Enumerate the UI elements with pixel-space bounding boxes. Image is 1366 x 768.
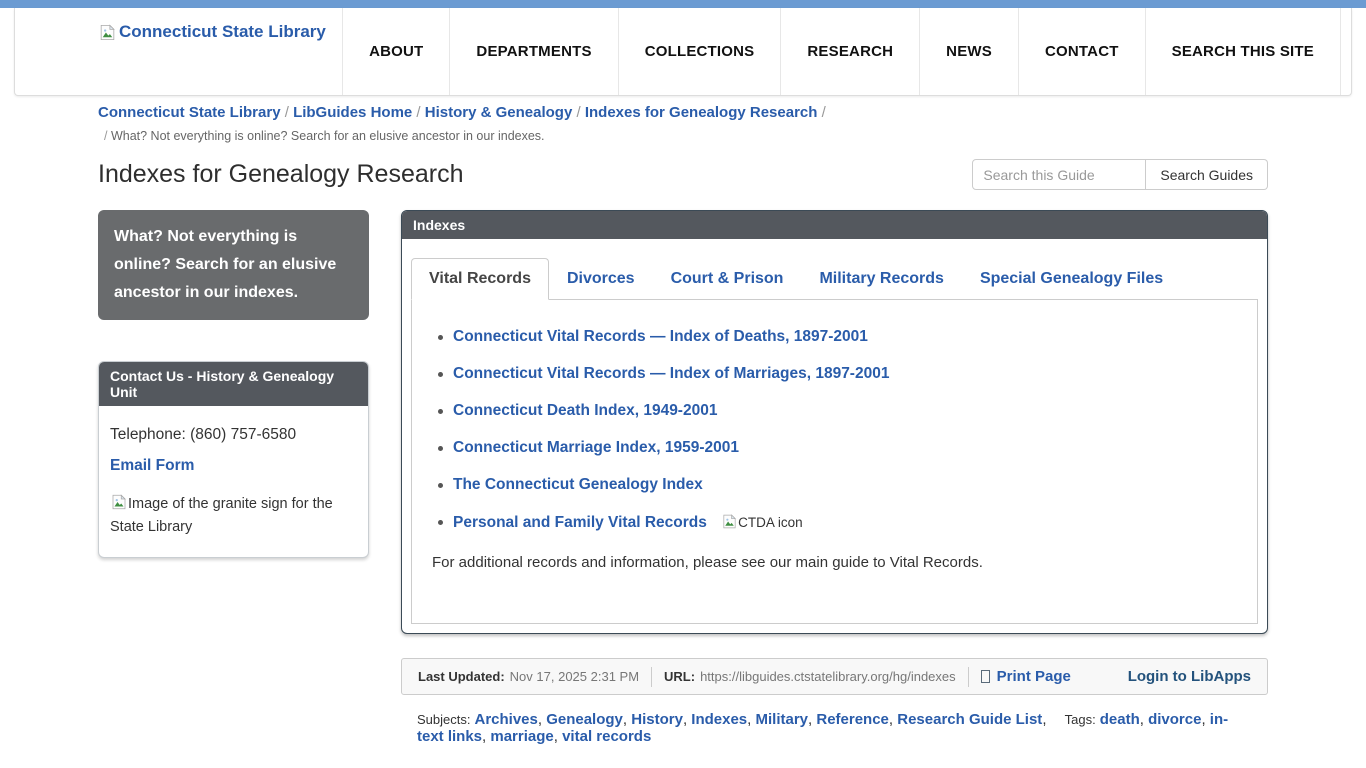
subject-link-genealogy[interactable]: Genealogy xyxy=(546,711,623,728)
list-item: The Connecticut Genealogy Index xyxy=(432,476,1237,494)
link-index-of-marriages[interactable]: Connecticut Vital Records — Index of Mar… xyxy=(453,365,889,382)
broken-image-icon xyxy=(110,493,128,511)
nav-item-departments[interactable]: DEPARTMENTS xyxy=(449,8,617,95)
tag-link-death[interactable]: death xyxy=(1100,711,1140,728)
subject-link-archives[interactable]: Archives xyxy=(474,711,537,728)
tab-special-genealogy-files[interactable]: Special Genealogy Files xyxy=(962,258,1181,300)
print-icon xyxy=(981,670,990,683)
indexes-box-title: Indexes xyxy=(402,211,1267,239)
page-title: Indexes for Genealogy Research xyxy=(98,160,464,189)
nav-item-collections[interactable]: COLLECTIONS xyxy=(618,8,781,95)
callout-box: What? Not everything is online? Search f… xyxy=(98,210,369,320)
guide-search: Search Guides xyxy=(972,159,1268,190)
site-header: Connecticut State Library ABOUT DEPARTME… xyxy=(14,8,1352,96)
list-item: Connecticut Vital Records — Index of Mar… xyxy=(432,365,1237,383)
indexes-box: Indexes Vital Records Divorces Court & P… xyxy=(401,210,1268,634)
top-accent-bar xyxy=(0,0,1366,8)
granite-sign-missing-image: Image of the granite sign for the State … xyxy=(110,493,357,539)
additional-records-note: For additional records and information, … xyxy=(432,554,1237,571)
link-index-of-deaths[interactable]: Connecticut Vital Records — Index of Dea… xyxy=(453,328,868,345)
guide-description: What? Not everything is online? Search f… xyxy=(98,129,1268,143)
url-value: https://libguides.ctstatelibrary.org/hg/… xyxy=(700,669,956,684)
vital-records-link-list: Connecticut Vital Records — Index of Dea… xyxy=(432,328,1237,532)
nav-item-contact[interactable]: CONTACT xyxy=(1018,8,1145,95)
link-marriage-index[interactable]: Connecticut Marriage Index, 1959-2001 xyxy=(453,439,739,456)
nav-item-research[interactable]: RESEARCH xyxy=(780,8,919,95)
guide-footer-bar: Last Updated: Nov 17, 2025 2:31 PM URL: … xyxy=(401,658,1268,695)
search-guides-button[interactable]: Search Guides xyxy=(1146,159,1268,190)
nav-item-news[interactable]: NEWS xyxy=(919,8,1018,95)
subject-link-military[interactable]: Military xyxy=(756,711,809,728)
link-genealogy-index[interactable]: The Connecticut Genealogy Index xyxy=(453,476,703,493)
link-personal-family-vital-records[interactable]: Personal and Family Vital Records xyxy=(453,514,707,531)
subject-link-indexes[interactable]: Indexes xyxy=(691,711,747,728)
list-item: Connecticut Death Index, 1949-2001 xyxy=(432,402,1237,420)
broken-image-icon xyxy=(721,513,738,530)
link-death-index[interactable]: Connecticut Death Index, 1949-2001 xyxy=(453,402,717,419)
tags-label: Tags: xyxy=(1065,712,1096,727)
email-form-link[interactable]: Email Form xyxy=(110,457,194,475)
subject-link-reference[interactable]: Reference xyxy=(816,711,889,728)
breadcrumb-link-current-page[interactable]: Indexes for Genealogy Research xyxy=(585,104,818,121)
indexes-tabs: Vital Records Divorces Court & Prison Mi… xyxy=(411,248,1258,299)
ctda-icon-alt-text: CTDA icon xyxy=(738,515,803,530)
tab-military-records[interactable]: Military Records xyxy=(801,258,961,300)
breadcrumb-link-history-genealogy[interactable]: History & Genealogy xyxy=(425,104,573,121)
nav-item-search-this-site[interactable]: SEARCH THIS SITE xyxy=(1145,8,1341,95)
subjects-label: Subjects: xyxy=(417,712,470,727)
site-logo-alt-text: Connecticut State Library xyxy=(119,22,326,42)
divider xyxy=(968,667,969,687)
nav-item-about[interactable]: ABOUT xyxy=(342,8,449,95)
contact-telephone: Telephone: (860) 757-6580 xyxy=(110,426,357,444)
login-to-libapps-link[interactable]: Login to LibApps xyxy=(1128,668,1251,685)
tab-divorces[interactable]: Divorces xyxy=(549,258,653,300)
subject-link-research-guide-list[interactable]: Research Guide List xyxy=(897,711,1042,728)
divider xyxy=(651,667,652,687)
list-item: Connecticut Marriage Index, 1959-2001 xyxy=(432,439,1237,457)
last-updated-label: Last Updated: xyxy=(418,669,505,684)
subject-link-history[interactable]: History xyxy=(631,711,683,728)
tab-court-prison[interactable]: Court & Prison xyxy=(653,258,802,300)
subjects-tags-row: Subjects: Archives Genealogy History Indexes… xyxy=(401,695,1268,745)
search-guide-input[interactable] xyxy=(972,159,1146,190)
print-page-label: Print Page xyxy=(997,668,1071,685)
vital-records-panel: Connecticut Vital Records — Index of Dea… xyxy=(411,299,1258,624)
tag-link-divorce[interactable]: divorce xyxy=(1148,711,1201,728)
tag-link-marriage[interactable]: marriage xyxy=(490,728,553,745)
tag-link-vital-records[interactable]: vital records xyxy=(562,728,651,745)
print-page-link[interactable]: Print Page xyxy=(981,668,1071,685)
last-updated-value: Nov 17, 2025 2:31 PM xyxy=(510,669,639,684)
tab-vital-records[interactable]: Vital Records xyxy=(411,258,549,300)
contact-box: Contact Us - History & Genealogy Unit Te… xyxy=(98,361,369,558)
broken-image-icon xyxy=(98,23,117,42)
contact-box-title: Contact Us - History & Genealogy Unit xyxy=(99,362,368,406)
breadcrumb-link-libguides-home[interactable]: LibGuides Home xyxy=(293,104,412,121)
main-column: Indexes Vital Records Divorces Court & P… xyxy=(401,210,1268,745)
list-item: Personal and Family Vital Records CTDA i… xyxy=(432,513,1237,532)
breadcrumb: Connecticut State Library LibGuides Home H… xyxy=(98,104,1268,143)
sidebar: What? Not everything is online? Search f… xyxy=(98,210,369,558)
granite-sign-alt-text: Image of the granite sign for the State … xyxy=(110,496,333,535)
breadcrumb-link-library[interactable]: Connecticut State Library xyxy=(98,104,281,121)
ctda-missing-image: CTDA icon xyxy=(721,515,803,530)
url-label: URL: xyxy=(664,669,695,684)
main-nav: ABOUT DEPARTMENTS COLLECTIONS RESEARCH N… xyxy=(342,8,1351,95)
site-logo-link[interactable]: Connecticut State Library xyxy=(98,22,326,42)
list-item: Connecticut Vital Records — Index of Dea… xyxy=(432,328,1237,346)
